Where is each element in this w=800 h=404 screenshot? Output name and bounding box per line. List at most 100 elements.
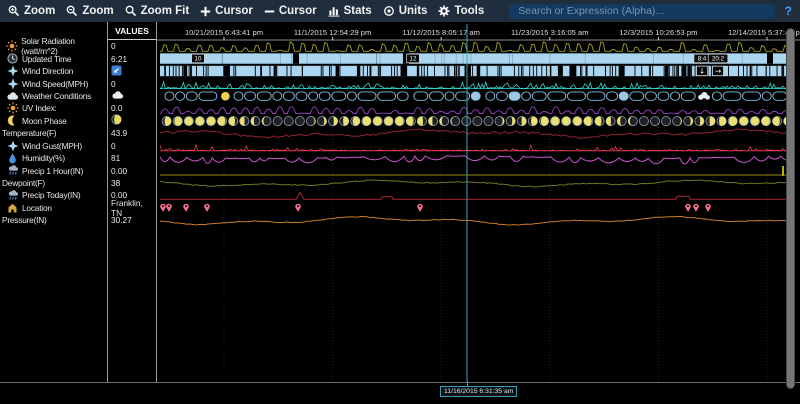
- location-pin-icon: [183, 204, 189, 212]
- location-pin-icon: [685, 204, 691, 212]
- row-label: Precip 1 Hour(IN): [22, 166, 83, 176]
- stats-icon: [328, 5, 340, 17]
- time-axis-label: 11/23/2015 3:16:05 am: [511, 28, 589, 37]
- vertical-scrollbar[interactable]: [786, 28, 795, 389]
- time-axis-label: 10/21/2015 6:43:41 pm: [185, 28, 263, 37]
- track-uv-index: [160, 107, 795, 114]
- values-column-header: VALUES: [107, 22, 157, 40]
- track-temperature: [160, 129, 793, 138]
- value-moon-phase: [108, 115, 156, 127]
- row-label: Weather Conditions: [22, 91, 91, 101]
- sidebar-row-uv-index[interactable]: UV Index:: [0, 102, 107, 114]
- bottom-separator: [0, 382, 800, 383]
- svg-text:↓: ↓: [699, 67, 705, 76]
- location-pin-icon: [166, 204, 172, 212]
- location-pin-icon: [204, 204, 210, 212]
- row-label: Temperature(F): [2, 128, 56, 138]
- track-updated-time: 10 12 8:4 20:2: [160, 53, 795, 63]
- row-label: Wind Direction: [22, 66, 73, 76]
- sidebar-row-wind-speed-mph[interactable]: Wind Speed(MPH): [0, 77, 107, 89]
- help-button[interactable]: ?: [785, 4, 792, 18]
- value-wind-direction: [108, 65, 156, 77]
- sidebar-row-precip-today-in[interactable]: Precip Today(IN): [0, 189, 107, 201]
- location-icon: [6, 202, 19, 213]
- svg-text:12: 12: [410, 56, 417, 63]
- svg-text:10: 10: [195, 56, 202, 63]
- main-panel: VALUES Solar Radiation (watt/m^2) Updated…: [0, 22, 800, 404]
- row-label: Wind Speed(MPH): [22, 79, 88, 89]
- rain-icon: [6, 165, 19, 176]
- location-pin-icon: [705, 204, 711, 212]
- sidebar-row-location[interactable]: Location: [0, 202, 107, 214]
- row-label: UV Index:: [22, 103, 57, 113]
- track-precip-1hour: [160, 166, 795, 176]
- time-axis-label: 11/12/2015 8:05:17 am: [402, 28, 480, 37]
- plus-icon: [200, 6, 211, 17]
- row-label: Dewpoint(F): [2, 178, 45, 188]
- cloud-glyph-icon: [111, 90, 124, 102]
- tools-button[interactable]: Tools: [438, 5, 484, 17]
- sidebar-row-solar-radiation-watt-m-2[interactable]: Solar Radiation (watt/m^2): [0, 40, 107, 52]
- stats-button[interactable]: Stats: [328, 5, 372, 17]
- sidebar-row-weather-conditions[interactable]: Weather Conditions: [0, 90, 107, 102]
- value-weather-conditions: [108, 90, 156, 102]
- sidebar-row-pressure-in[interactable]: Pressure(IN): [0, 214, 107, 226]
- zoom-out-icon: [66, 5, 78, 17]
- zoom-button[interactable]: Zoom: [8, 5, 55, 17]
- location-pin-icon: [295, 204, 301, 212]
- location-pin-icon: [417, 204, 423, 212]
- row-label: Location: [22, 203, 52, 213]
- row-label: Updated Time: [22, 54, 71, 64]
- sidebar-row-precip-1-hour-in[interactable]: Precip 1 Hour(IN): [0, 164, 107, 176]
- zoom-button[interactable]: Zoom: [66, 5, 113, 17]
- toolbar: Zoom Zoom Zoom Fit Cursor Cursor Stats Units To…: [0, 0, 800, 22]
- row-label: Wind Gust(MPH): [22, 141, 82, 151]
- value-dewpoint-f: 38: [108, 177, 156, 189]
- sidebar-row-humidity[interactable]: Humidity(%): [0, 152, 107, 164]
- track-wind-direction: ↓→: [160, 66, 795, 76]
- track-humidity: [160, 156, 795, 164]
- tools-icon: [438, 5, 450, 17]
- signal-sidebar: Solar Radiation (watt/m^2) Updated Time Wi…: [0, 40, 107, 227]
- wind-icon: [6, 78, 19, 90]
- zoom-fit-icon: [125, 5, 137, 17]
- sun-icon: [6, 40, 18, 52]
- value-uv-index: 0.0: [108, 102, 156, 114]
- location-pin-icon: [693, 204, 699, 212]
- wind-icon: [6, 140, 19, 152]
- value-wind-gust-mph: 0: [108, 140, 156, 152]
- minus-icon: [264, 6, 275, 17]
- values-column: 06:2100.043.90810.00380.00Franklin, TN30…: [108, 40, 156, 227]
- humidity-icon: [6, 153, 19, 164]
- cursor-button[interactable]: Cursor: [200, 5, 253, 17]
- clock-icon: [6, 53, 19, 64]
- track-precip-today: [160, 192, 795, 199]
- units-button[interactable]: Units: [383, 5, 428, 17]
- value-temperature-f: 43.9: [108, 127, 156, 139]
- sidebar-row-temperature-f[interactable]: Temperature(F): [0, 127, 107, 139]
- zoom-fit-button[interactable]: Zoom Fit: [125, 5, 190, 17]
- track-pressure: [160, 217, 793, 226]
- uv-icon: [6, 102, 19, 114]
- sidebar-row-wind-direction[interactable]: Wind Direction: [0, 65, 107, 77]
- row-label: Precip Today(IN): [22, 190, 80, 200]
- track-weather-conditions: [165, 92, 787, 101]
- row-label: Pressure(IN): [2, 215, 47, 225]
- rain-icon: [6, 190, 19, 201]
- gridlines: [224, 40, 767, 382]
- svg-text:20:2: 20:2: [712, 56, 725, 63]
- svg-text:8:4: 8:4: [698, 56, 707, 63]
- sidebar-row-dewpoint-f[interactable]: Dewpoint(F): [0, 177, 107, 189]
- search-input[interactable]: [509, 4, 774, 19]
- wind-dir-badge-icon: [111, 65, 122, 78]
- track-location: [160, 204, 711, 212]
- row-label: Moon Phase: [22, 116, 67, 126]
- sidebar-row-moon-phase[interactable]: Moon Phase: [0, 115, 107, 127]
- sidebar-row-wind-gust-mph[interactable]: Wind Gust(MPH): [0, 140, 107, 152]
- track-wind-gust: [160, 145, 795, 151]
- time-axis-label: 11/1/2015 12:54:29 pm: [294, 28, 372, 37]
- cursor-button[interactable]: Cursor: [264, 5, 317, 17]
- cloud-icon: [6, 91, 19, 101]
- chart-canvas[interactable]: 10/21/2015 6:43:41 pm 11/1/2015 12:54:29 …: [157, 22, 800, 382]
- zoom-in-icon: [8, 5, 20, 17]
